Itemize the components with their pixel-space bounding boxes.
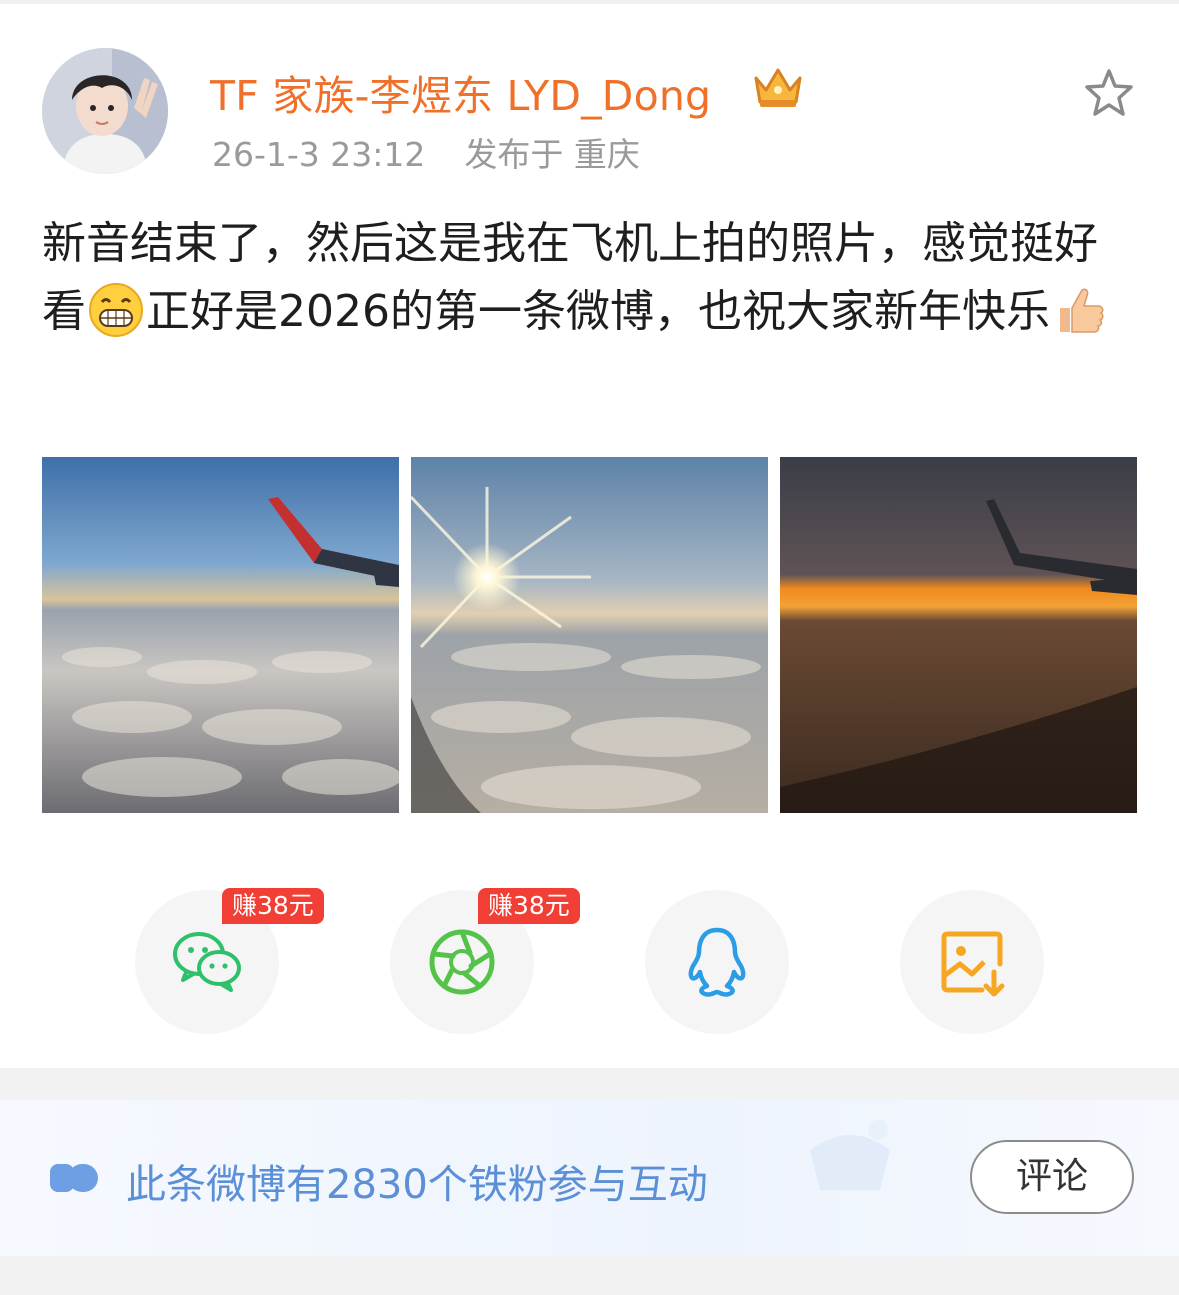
share-moments-badge: 赚38元: [478, 888, 580, 924]
bottom-divider: [0, 1256, 1179, 1295]
star-icon[interactable]: [1082, 66, 1136, 120]
fan-badge-icon: [50, 1164, 98, 1192]
location: 发布于 重庆: [464, 135, 640, 174]
grin-emoji-icon: [89, 283, 143, 337]
comment-button[interactable]: 评论: [970, 1140, 1134, 1214]
author-name[interactable]: TF 家族-李煜东 LYD_Dong: [210, 62, 711, 122]
crown-icon: [754, 68, 802, 107]
avatar[interactable]: [42, 48, 168, 174]
top-divider: [0, 0, 1179, 4]
save-image-button[interactable]: [900, 890, 1044, 1034]
wechat-icon: [173, 932, 241, 992]
post-meta: 26-1-3 23:12 发布于 重庆: [212, 128, 640, 176]
thumbs-up-emoji-icon: [1059, 288, 1104, 333]
save-image-icon: [941, 931, 1005, 997]
post-photo-2[interactable]: [411, 457, 768, 813]
timestamp: 26-1-3 23:12: [212, 135, 426, 174]
post-photo-1[interactable]: [42, 457, 399, 813]
fan-interaction-text: 此条微博有2830个铁粉参与互动: [126, 1162, 708, 1208]
moments-icon: [429, 929, 495, 995]
qq-icon: [688, 927, 746, 997]
post-text-part2: 正好是2026的第一条微博，也祝大家新年快乐: [146, 286, 1050, 337]
post-text: 新音结束了，然后这是我在飞机上拍的照片，感觉挺好看 正好是2026的第一条微博，…: [42, 210, 1132, 346]
decoration-icon: [810, 1120, 890, 1190]
post-photo-3[interactable]: [780, 457, 1137, 813]
share-qq-button[interactable]: [645, 890, 789, 1034]
share-wechat-badge: 赚38元: [222, 888, 324, 924]
section-divider: [0, 1068, 1179, 1100]
